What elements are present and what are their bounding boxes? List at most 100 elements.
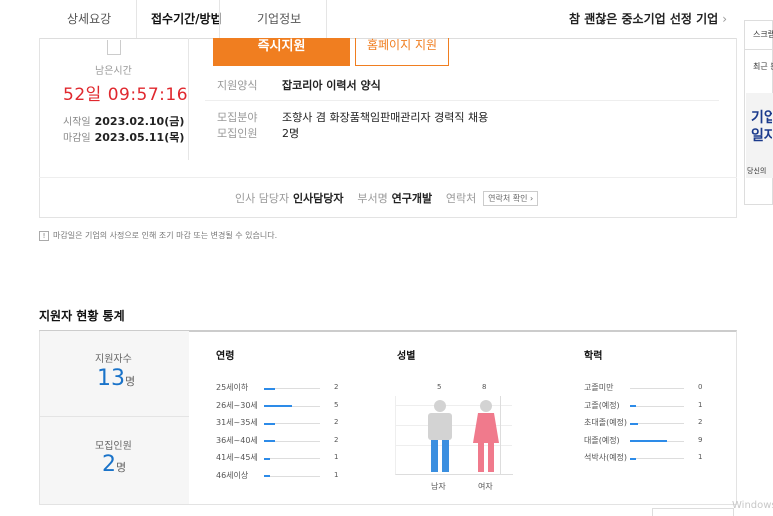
homepage-apply-button[interactable]: 홈페이지 지원	[355, 38, 449, 66]
education-bar	[630, 440, 668, 442]
hr-value: 인사담당자	[292, 192, 344, 205]
female-label: 여자	[478, 482, 493, 491]
chevron-right-icon: ›	[722, 12, 727, 26]
education-bar-track	[630, 422, 684, 425]
tab-divider	[326, 0, 327, 38]
education-bar	[630, 405, 636, 407]
age-bar-track	[264, 457, 320, 460]
age-bar	[264, 457, 270, 460]
remaining-label: 남은시간	[95, 66, 132, 77]
stats-summary-divider	[40, 416, 189, 417]
end-date: 2023.05.11(목)	[94, 131, 185, 144]
hr-label: 인사 담당자	[235, 192, 290, 205]
education-row-label: 석박사(예정)	[584, 453, 628, 462]
stats-title: 지원자 현황 통계	[39, 309, 125, 323]
education-bar-track	[630, 388, 684, 389]
deadline-note: ! 마감일은 기업의 사정으로 인해 조기 마감 또는 변경될 수 있습니다.	[39, 230, 277, 241]
education-bar-track	[630, 405, 684, 407]
note-text: 마감일은 기업의 사정으로 인해 조기 마감 또는 변경될 수 있습니다.	[53, 231, 278, 240]
education-bar	[630, 422, 639, 425]
apply-now-button[interactable]: 즉시지원	[213, 38, 350, 66]
education-row-label: 고졸미만	[584, 383, 614, 392]
age-row-value: 5	[334, 400, 339, 409]
applicants-count: 13명	[97, 366, 135, 391]
recruits-number: 2	[102, 452, 116, 477]
education-row-value: 0	[698, 383, 703, 391]
side-recent-link[interactable]: 최근 본	[753, 61, 773, 72]
field-value: 조향사 겸 화장품책임판매관리자 경력직 채용	[282, 111, 489, 124]
start-date-row: 시작일 2023.02.10(금)	[63, 113, 184, 129]
age-bar	[264, 440, 276, 442]
recruits-count: 2명	[102, 452, 126, 477]
days-unit: 일	[85, 85, 102, 105]
male-figure-icon	[428, 400, 452, 472]
start-date: 2023.02.10(금)	[94, 115, 185, 128]
start-date-label: 시작일	[63, 117, 91, 128]
side-divider	[745, 49, 772, 50]
contact-check-button[interactable]: 연락처 확인 ›	[483, 191, 539, 206]
age-bar-track	[264, 405, 320, 407]
info-icon: !	[39, 231, 49, 241]
age-row-label: 25세이하	[216, 383, 249, 392]
remaining-time: 52일 09:57:16	[63, 80, 188, 105]
age-row-label: 36세~40세	[216, 435, 258, 445]
recruit-count-value: 2명	[282, 127, 300, 140]
education-bar-track	[630, 457, 684, 460]
male-count: 5	[437, 383, 442, 391]
education-row-value: 2	[698, 418, 703, 426]
side-quick-panel: 스크랩 최근 본 기업 일자 당신의	[744, 20, 773, 205]
age-row-value: 2	[334, 418, 339, 426]
education-title: 학력	[584, 351, 603, 362]
phone-label: 연락처	[445, 192, 477, 205]
side-promo-subtext: 당신의	[747, 167, 767, 175]
applicants-label: 지원자수	[95, 354, 132, 365]
promo-link[interactable]: 참 괜찮은 중소기업 선정 기업 ›	[569, 10, 727, 27]
info-divider	[205, 100, 719, 101]
education-row-label: 고졸(예정)	[584, 400, 620, 410]
method-label: 지원양식	[217, 79, 258, 92]
age-bar-track	[264, 422, 320, 425]
recruits-unit: 명	[116, 461, 127, 474]
remaining-clock: 09:57:16	[107, 85, 189, 105]
age-row-value: 1	[334, 470, 339, 479]
age-bar-track	[264, 387, 320, 390]
age-title: 연령	[216, 351, 235, 362]
apply-now-label: 즉시지원	[257, 39, 306, 54]
tab-application-period[interactable]: 접수기간/방법	[151, 10, 222, 30]
contact-bar: 인사 담당자 인사담당자 부서명 연구개발 연락처 연락처 확인 ›	[39, 177, 737, 217]
side-promo-text: 기업	[751, 110, 772, 126]
side-promo-text: 일자	[751, 128, 772, 144]
end-date-label: 마감일	[63, 133, 91, 144]
gender-title: 성별	[397, 351, 416, 362]
tab-company-info[interactable]: 기업정보	[257, 10, 301, 30]
applicants-unit: 명	[125, 375, 136, 388]
clock-icon	[107, 40, 121, 55]
female-figure-icon	[473, 400, 499, 472]
age-row-value: 2	[334, 383, 339, 391]
dept-label: 부서명	[357, 192, 388, 205]
age-row-value: 1	[334, 453, 339, 461]
homepage-apply-label: 홈페이지 지원	[366, 38, 438, 52]
method-value: 잡코리아 이력서 양식	[282, 79, 381, 92]
age-bar	[264, 405, 292, 407]
remaining-days: 52	[63, 85, 86, 105]
age-row-value: 2	[334, 435, 339, 444]
tab-divider	[219, 0, 220, 38]
female-count: 8	[482, 383, 487, 391]
promo-label: 참 괜찮은 중소기업 선정 기업	[568, 12, 719, 26]
tab-detail[interactable]: 상세요강	[67, 10, 111, 30]
age-bar	[264, 422, 276, 425]
end-date-row: 마감일 2023.05.11(목)	[63, 129, 184, 145]
male-label: 남자	[431, 482, 446, 491]
recruits-label: 모집인원	[95, 441, 132, 452]
side-scrap-link[interactable]: 스크랩	[753, 29, 773, 40]
age-row-label: 46세이상	[216, 470, 249, 480]
age-bar-track	[264, 440, 320, 442]
age-bar	[264, 475, 270, 477]
education-row-value: 1	[698, 453, 703, 461]
gender-axis	[500, 396, 501, 474]
dept-value: 연구개발	[391, 192, 433, 205]
detail-tab-bar: 상세요강 접수기간/방법 기업정보 참 괜찮은 중소기업 선정 기업 ›	[39, 0, 737, 39]
field-label: 모집분야	[217, 111, 258, 124]
education-row-value: 1	[698, 400, 703, 409]
